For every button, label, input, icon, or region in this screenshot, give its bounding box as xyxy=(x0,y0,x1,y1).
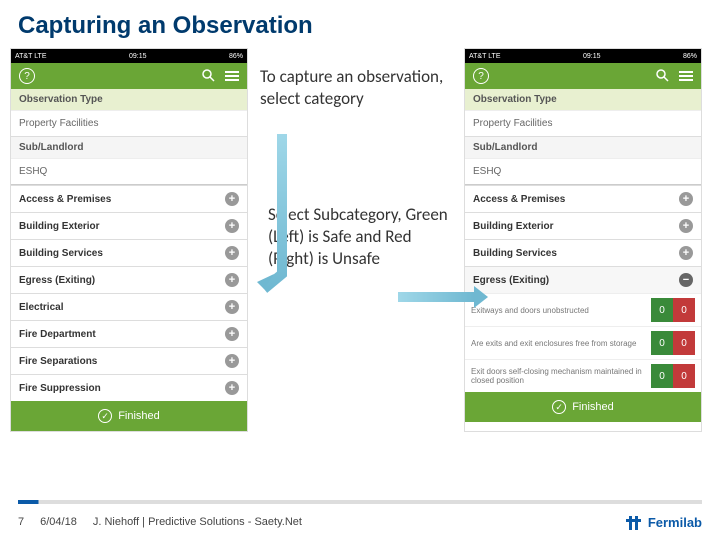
footer: 7 6/04/18 J. Niehoff | Predictive Soluti… xyxy=(18,516,302,528)
safe-count[interactable]: 0 xyxy=(651,298,673,322)
help-icon[interactable]: ? xyxy=(473,68,489,84)
clock-label: 09:15 xyxy=(583,53,601,60)
sub-item-label: Are exits and exit enclosures free from … xyxy=(471,339,651,348)
minus-icon[interactable]: − xyxy=(679,273,693,287)
category-building-exterior[interactable]: Building Exterior + xyxy=(465,212,701,239)
menu-icon[interactable] xyxy=(679,71,693,81)
status-bar: AT&T LTE 09:15 86% xyxy=(11,49,247,63)
category-egress[interactable]: Egress (Exiting) + xyxy=(11,266,247,293)
category-label: Fire Separations xyxy=(19,356,97,367)
content-area: AT&T LTE 09:15 86% ? Observation Type Pr… xyxy=(0,48,720,432)
status-bar: AT&T LTE 09:15 86% xyxy=(465,49,701,63)
plus-icon[interactable]: + xyxy=(679,246,693,260)
category-label: Building Services xyxy=(19,248,103,259)
safe-count[interactable]: 0 xyxy=(651,331,673,355)
category-fire-separations[interactable]: Fire Separations + xyxy=(11,347,247,374)
category-fire-department[interactable]: Fire Department + xyxy=(11,320,247,347)
slide-title: Capturing an Observation xyxy=(0,0,720,48)
footer-date: 6/04/18 xyxy=(40,516,77,528)
phone-left: AT&T LTE 09:15 86% ? Observation Type Pr… xyxy=(10,48,248,432)
category-label: Electrical xyxy=(19,302,63,313)
eshq-field[interactable]: ESHQ xyxy=(465,158,701,184)
plus-icon[interactable]: + xyxy=(225,246,239,260)
plus-icon[interactable]: + xyxy=(225,354,239,368)
finished-label: Finished xyxy=(118,410,160,422)
sub-landlord-header: Sub/Landlord xyxy=(11,136,247,158)
finished-button[interactable]: ✓ Finished xyxy=(11,401,247,431)
footer-divider xyxy=(18,500,702,504)
phone-right: AT&T LTE 09:15 86% ? Observation Type Pr… xyxy=(464,48,702,432)
category-label: Fire Department xyxy=(19,329,96,340)
plus-icon[interactable]: + xyxy=(679,219,693,233)
sub-item-self-closing[interactable]: Exit doors self-closing mechanism mainta… xyxy=(465,359,701,392)
carrier-label: AT&T LTE xyxy=(15,53,47,60)
footer-credit: J. Niehoff | Predictive Solutions - Saet… xyxy=(93,516,302,528)
category-electrical[interactable]: Electrical + xyxy=(11,293,247,320)
category-fire-suppression[interactable]: Fire Suppression + xyxy=(11,374,247,401)
check-icon: ✓ xyxy=(98,409,112,423)
carrier-label: AT&T LTE xyxy=(469,53,501,60)
plus-icon[interactable]: + xyxy=(225,327,239,341)
clock-label: 09:15 xyxy=(129,53,147,60)
category-building-services[interactable]: Building Services + xyxy=(465,239,701,266)
fermilab-text: Fermilab xyxy=(648,515,702,530)
sub-item-label: Exitways and doors unobstructed xyxy=(471,306,651,315)
battery-label: 86% xyxy=(683,53,697,60)
category-access[interactable]: Access & Premises + xyxy=(465,185,701,212)
category-label: Egress (Exiting) xyxy=(19,275,95,286)
unsafe-count[interactable]: 0 xyxy=(673,364,695,388)
category-label: Egress (Exiting) xyxy=(473,275,549,286)
sub-item-exitways[interactable]: Exitways and doors unobstructed 0 0 xyxy=(465,293,701,326)
obs-type-header: Observation Type xyxy=(11,89,247,110)
category-egress-expanded[interactable]: Egress (Exiting) − xyxy=(465,266,701,293)
instruction-2: Select Subcategory, Green (Left) is Safe… xyxy=(268,204,456,270)
instructions-column: To capture an observation, select catego… xyxy=(256,48,456,432)
category-building-services[interactable]: Building Services + xyxy=(11,239,247,266)
sub-item-label: Exit doors self-closing mechanism mainta… xyxy=(471,367,651,385)
category-label: Access & Premises xyxy=(473,194,565,205)
search-icon[interactable] xyxy=(201,68,215,85)
sub-item-enclosures[interactable]: Are exits and exit enclosures free from … xyxy=(465,326,701,359)
eshq-field[interactable]: ESHQ xyxy=(11,158,247,184)
plus-icon[interactable]: + xyxy=(225,192,239,206)
sub-landlord-header: Sub/Landlord xyxy=(465,136,701,158)
check-icon: ✓ xyxy=(552,400,566,414)
category-label: Access & Premises xyxy=(19,194,111,205)
app-header: ? xyxy=(11,63,247,89)
unsafe-count[interactable]: 0 xyxy=(673,331,695,355)
page-number: 7 xyxy=(18,516,24,528)
battery-label: 86% xyxy=(229,53,243,60)
finished-button[interactable]: ✓ Finished xyxy=(465,392,701,422)
instruction-1: To capture an observation, select catego… xyxy=(260,66,456,110)
category-label: Fire Suppression xyxy=(19,383,101,394)
finished-label: Finished xyxy=(572,401,614,413)
category-label: Building Exterior xyxy=(473,221,554,232)
plus-icon[interactable]: + xyxy=(225,300,239,314)
app-header: ? xyxy=(465,63,701,89)
fermilab-logo: Fermilab xyxy=(626,515,702,530)
obs-type-header: Observation Type xyxy=(465,89,701,110)
help-icon[interactable]: ? xyxy=(19,68,35,84)
menu-icon[interactable] xyxy=(225,71,239,81)
category-label: Building Services xyxy=(473,248,557,259)
unsafe-count[interactable]: 0 xyxy=(673,298,695,322)
search-icon[interactable] xyxy=(655,68,669,85)
property-facilities-field[interactable]: Property Facilities xyxy=(465,110,701,136)
category-building-exterior[interactable]: Building Exterior + xyxy=(11,212,247,239)
safe-count[interactable]: 0 xyxy=(651,364,673,388)
category-label: Building Exterior xyxy=(19,221,100,232)
plus-icon[interactable]: + xyxy=(679,192,693,206)
category-access[interactable]: Access & Premises + xyxy=(11,185,247,212)
plus-icon[interactable]: + xyxy=(225,381,239,395)
plus-icon[interactable]: + xyxy=(225,273,239,287)
fermilab-icon xyxy=(626,516,644,530)
plus-icon[interactable]: + xyxy=(225,219,239,233)
property-facilities-field[interactable]: Property Facilities xyxy=(11,110,247,136)
